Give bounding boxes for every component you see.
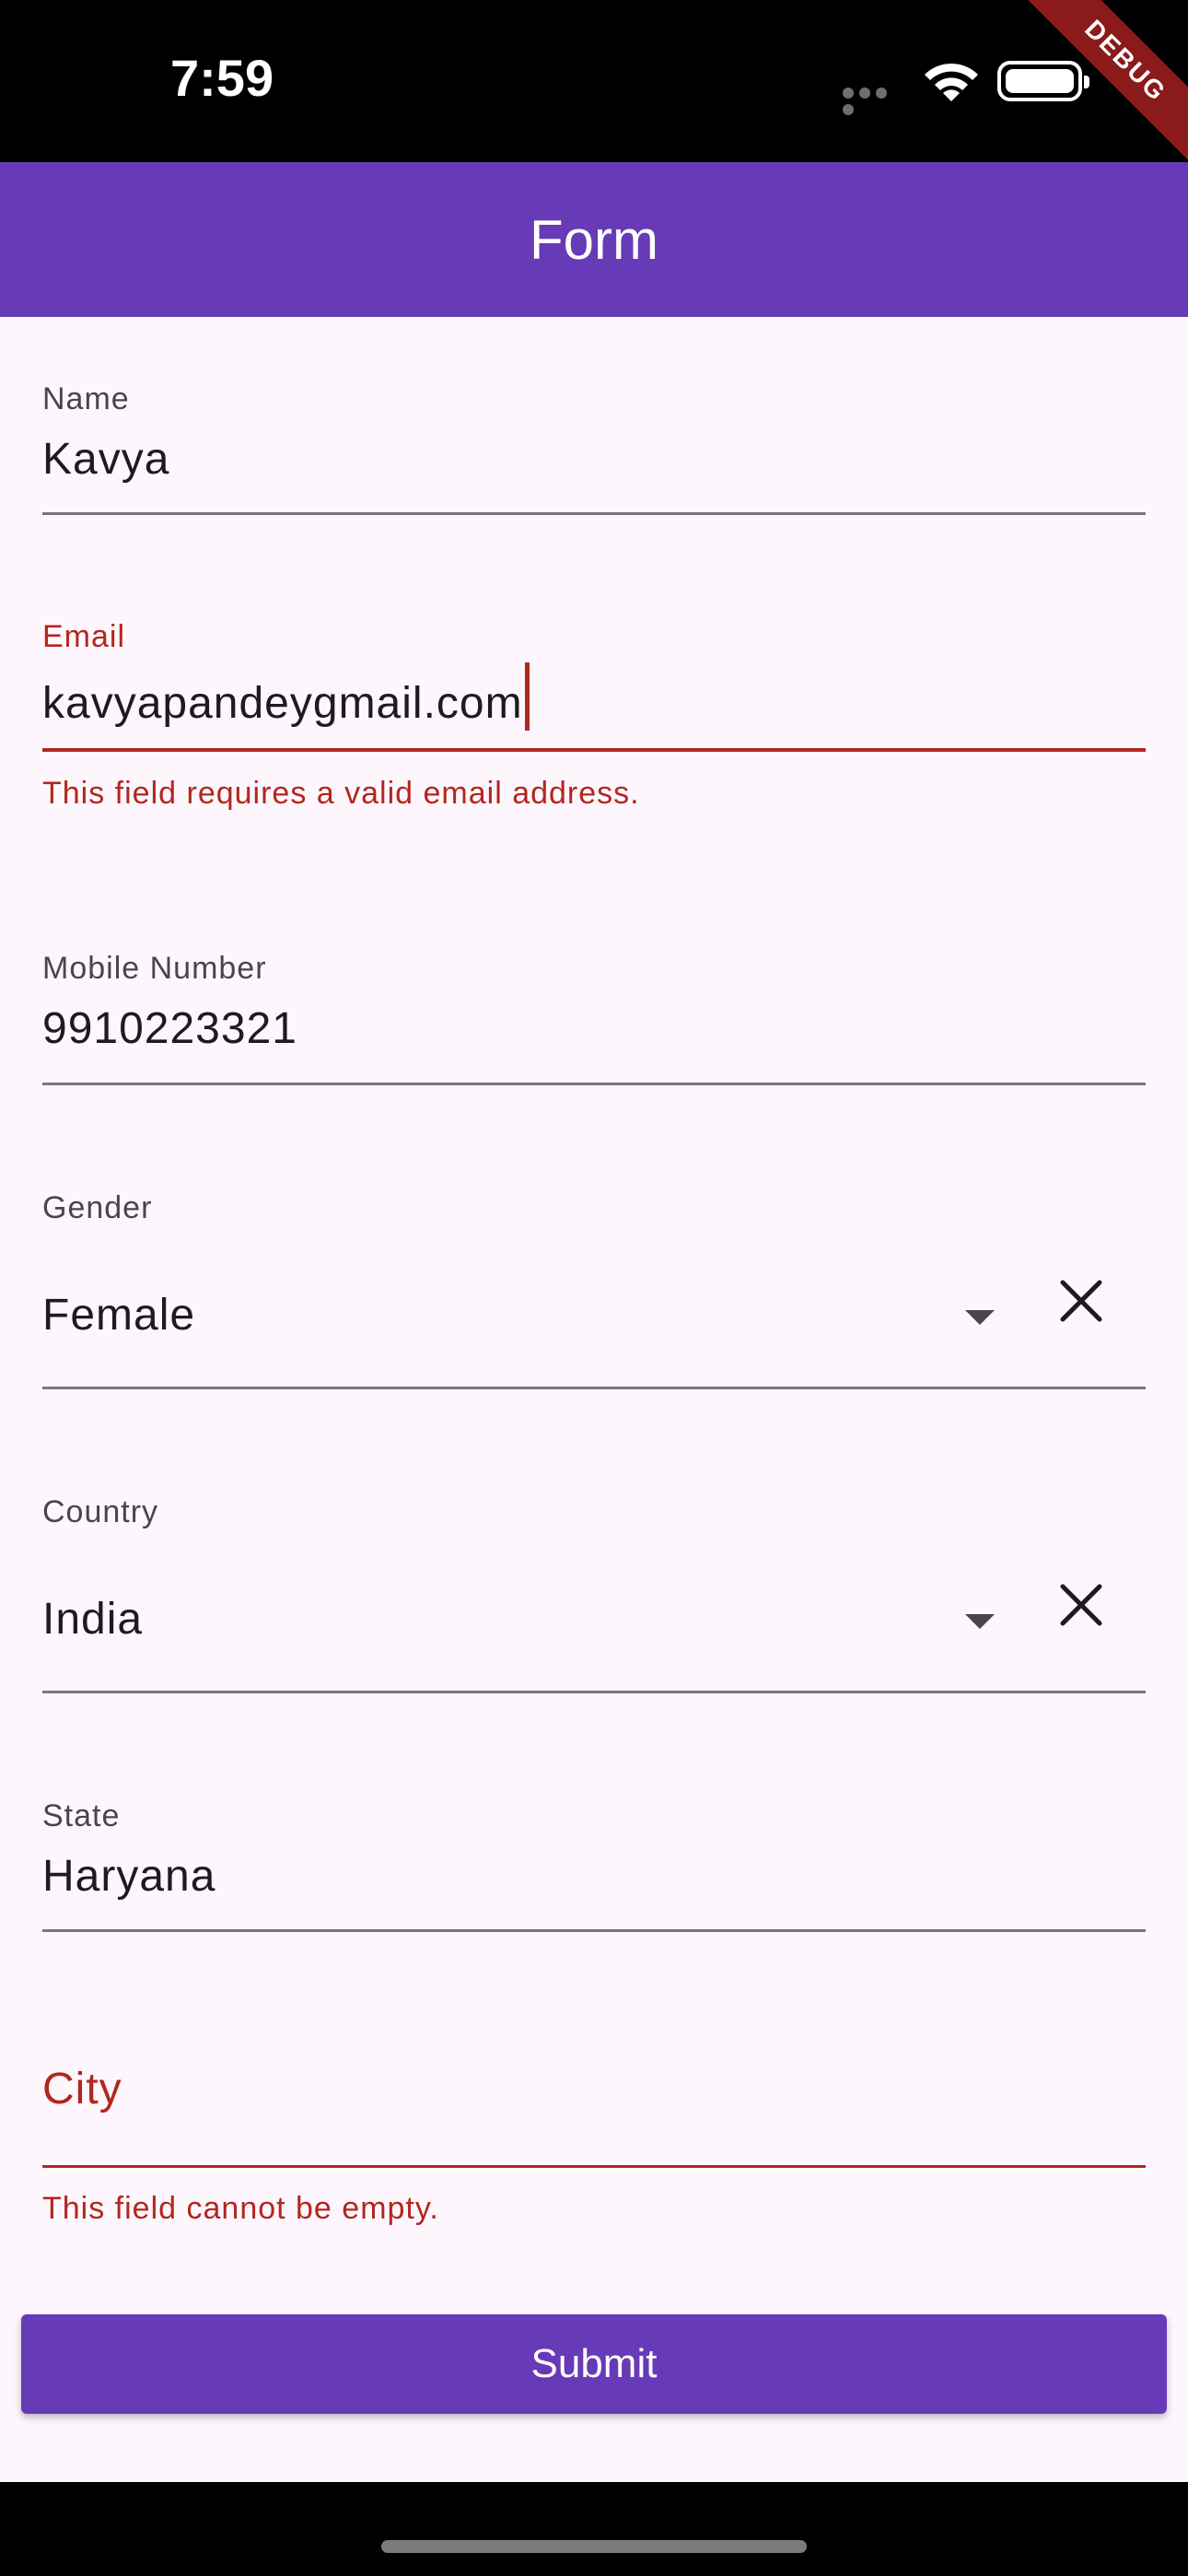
country-underline <box>42 1691 1146 1693</box>
email-value: kavyapandeygmail.com <box>42 679 523 728</box>
mobile-number-input[interactable]: 9910223321 <box>42 1003 1146 1054</box>
gender-selected[interactable]: Female <box>42 1290 195 1341</box>
status-bar: 7:59 DEBUG <box>0 0 1188 170</box>
chevron-down-icon[interactable] <box>965 1614 995 1629</box>
state-label: State <box>42 1798 121 1833</box>
email-field[interactable]: Email kavyapandeygmail.com This field re… <box>42 619 1146 822</box>
close-icon[interactable] <box>1054 1273 1109 1329</box>
wifi-icon <box>925 63 978 101</box>
name-label: Name <box>42 381 130 416</box>
name-field[interactable]: Name Kavya <box>42 381 1146 516</box>
gender-underline <box>42 1387 1146 1389</box>
battery-icon <box>997 61 1089 101</box>
text-cursor <box>524 662 530 731</box>
city-input-label[interactable]: City <box>42 2064 1146 2114</box>
close-icon[interactable] <box>1054 1577 1109 1633</box>
chevron-down-icon[interactable] <box>965 1310 995 1325</box>
gender-dropdown[interactable]: Gender Female <box>42 1190 1146 1393</box>
name-underline <box>42 512 1146 515</box>
city-error: This field cannot be empty. <box>42 2191 439 2226</box>
bottom-bar <box>0 2482 1188 2576</box>
email-underline <box>42 748 1146 752</box>
state-underline <box>42 1929 1146 1932</box>
mobile-number-label: Mobile Number <box>42 951 267 986</box>
home-indicator[interactable] <box>381 2540 807 2553</box>
app-bar: Form <box>0 162 1188 317</box>
country-dropdown[interactable]: Country India <box>42 1494 1146 1697</box>
mobile-number-underline <box>42 1083 1146 1085</box>
gender-label: Gender <box>42 1190 153 1225</box>
city-underline <box>42 2165 1146 2168</box>
country-selected[interactable]: India <box>42 1594 143 1645</box>
email-input[interactable]: kavyapandeygmail.com <box>42 662 1146 731</box>
submit-button[interactable]: Submit <box>21 2314 1167 2414</box>
country-label: Country <box>42 1494 159 1529</box>
mobile-number-field[interactable]: Mobile Number 9910223321 <box>42 951 1146 1089</box>
state-field[interactable]: State Haryana <box>42 1798 1146 1937</box>
email-label: Email <box>42 619 126 654</box>
city-field[interactable]: City This field cannot be empty. <box>42 2064 1146 2230</box>
name-input[interactable]: Kavya <box>42 434 1146 485</box>
status-time: 7:59 <box>170 49 274 107</box>
cellular-signal-icon <box>843 87 905 115</box>
page-title: Form <box>530 209 658 271</box>
email-error: This field requires a valid email addres… <box>42 776 640 811</box>
state-input[interactable]: Haryana <box>42 1851 1146 1902</box>
